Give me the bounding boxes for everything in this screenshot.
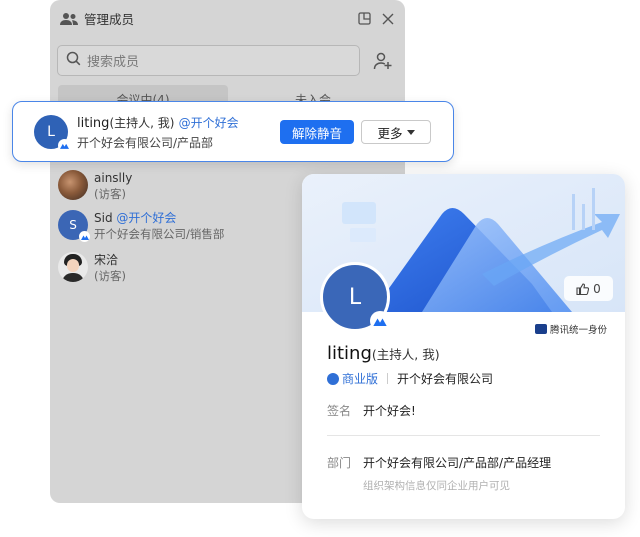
pop-out-icon[interactable] — [357, 12, 371, 26]
edition-label: 商业版 — [342, 372, 379, 386]
enterprise-badge-icon — [58, 139, 71, 152]
more-label: 更多 — [377, 125, 403, 141]
profile-card: 0 L 腾讯统一身份 liting(主持人, 我) 商业版 开个好会有限公司 签… — [302, 174, 625, 519]
add-user-icon — [373, 52, 392, 69]
visibility-note: 组织架构信息仅同企业用户可见 — [363, 480, 510, 492]
thumbs-up-icon — [576, 282, 590, 295]
member-row[interactable]: ainslly (访客) — [58, 170, 132, 202]
panel-title: 管理成员 — [84, 12, 135, 27]
avatar-letter: L — [348, 284, 362, 310]
divider — [327, 435, 600, 436]
profile-name: liting — [327, 343, 372, 364]
enterprise-badge-icon — [79, 231, 90, 242]
avatar: S — [58, 210, 90, 242]
member-dept: 开个好会有限公司/销售部 — [94, 227, 225, 241]
like-count: 0 — [593, 281, 601, 296]
search-icon — [66, 51, 81, 70]
member-name: liting — [77, 116, 110, 131]
signature-value: 开个好会! — [363, 404, 416, 418]
tencent-identity-label: 腾讯统一身份 — [534, 322, 607, 336]
business-icon — [327, 372, 339, 385]
more-button[interactable]: 更多 — [361, 120, 431, 144]
avatar-letter: L — [47, 124, 55, 140]
member-role: (访客) — [94, 269, 126, 283]
highlighted-member-row[interactable]: L liting(主持人, 我) @开个好会 开个好会有限公司/产品部 解除静音… — [12, 101, 454, 162]
like-button[interactable]: 0 — [564, 276, 613, 301]
member-role: (访客) — [94, 187, 126, 201]
member-name: 宋洽 — [94, 253, 119, 267]
member-row[interactable]: S Sid @开个好会 开个好会有限公司/销售部 — [58, 210, 224, 242]
panel-header: 管理成员 — [50, 0, 405, 37]
identity-text: 腾讯统一身份 — [549, 325, 607, 336]
avatar-letter: S — [69, 218, 77, 232]
stage: 管理成员 搜索成员 会议中(4) 未入会 ainslly (访客) S Sid … — [0, 0, 640, 537]
department-label: 部门 — [327, 456, 352, 470]
department-value: 开个好会有限公司/产品部/产品经理 — [363, 456, 552, 470]
company-name: 开个好会有限公司 — [397, 372, 494, 386]
member-org-tag: @开个好会 — [116, 211, 177, 225]
add-member-button[interactable] — [368, 45, 398, 76]
avatar — [58, 252, 88, 282]
member-name: Sid — [94, 211, 113, 225]
unmute-button[interactable]: 解除静音 — [280, 120, 354, 144]
search-placeholder: 搜索成员 — [87, 55, 140, 70]
member-role: (主持人, 我) — [109, 116, 175, 130]
member-row[interactable]: 宋洽 (访客) — [58, 252, 126, 284]
avatar — [58, 170, 88, 200]
caret-down-icon — [406, 129, 415, 135]
member-org-tag: @开个好会 — [178, 116, 239, 130]
tencent-identity-icon — [534, 324, 547, 334]
profile-role: (主持人, 我) — [371, 347, 440, 362]
close-icon[interactable] — [381, 12, 395, 26]
members-icon — [60, 12, 78, 26]
signature-label: 签名 — [327, 404, 352, 418]
member-name: ainslly — [94, 171, 133, 185]
member-dept: 开个好会有限公司/产品部 — [77, 136, 214, 150]
avatar: L — [34, 115, 71, 152]
member-search-input[interactable]: 搜索成员 — [57, 45, 360, 76]
enterprise-badge-icon — [370, 311, 390, 331]
business-edition-badge: 商业版 — [327, 370, 378, 387]
